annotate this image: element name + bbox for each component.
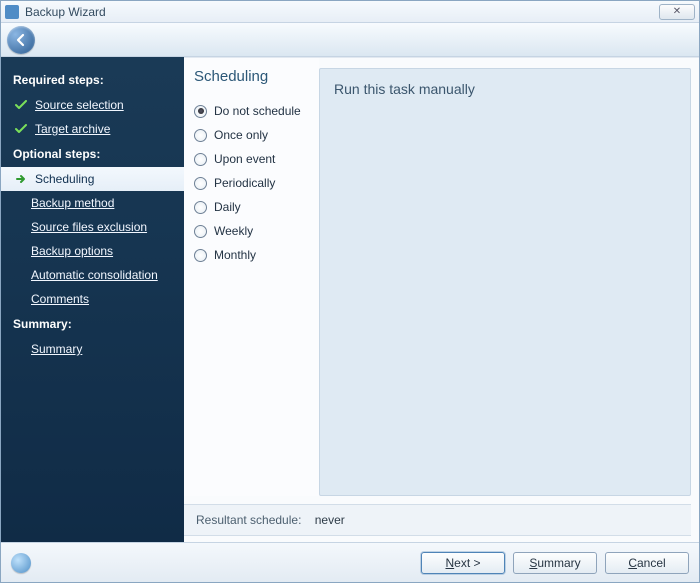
next-button-rest: ext > — [454, 556, 480, 570]
sidebar-item-summary[interactable]: Summary — [1, 337, 184, 361]
resultant-label: Resultant schedule: — [196, 513, 301, 527]
radio-dot-icon — [194, 249, 207, 262]
radio-label: Daily — [214, 200, 241, 214]
radio-dot-icon — [194, 105, 207, 118]
radio-label: Monthly — [214, 248, 256, 262]
sidebar-header-required: Required steps: — [1, 67, 184, 93]
scheduling-heading: Scheduling — [194, 68, 313, 85]
window-title: Backup Wizard — [25, 5, 106, 19]
sidebar-item-auto-consolidation[interactable]: Automatic consolidation — [1, 263, 184, 287]
check-icon — [15, 124, 27, 134]
radio-dot-icon — [194, 129, 207, 142]
arrow-left-icon — [14, 33, 28, 47]
sidebar-link-target-archive[interactable]: Target archive — [35, 122, 110, 136]
sidebar-link-scheduling[interactable]: Scheduling — [35, 172, 94, 186]
scheduling-description-panel: Run this task manually — [319, 68, 691, 496]
radio-label: Weekly — [214, 224, 253, 238]
radio-dot-icon — [194, 153, 207, 166]
close-button[interactable]: ✕ — [659, 4, 695, 20]
radio-upon-event[interactable]: Upon event — [194, 147, 313, 171]
sidebar-item-source-exclusion[interactable]: Source files exclusion — [1, 215, 184, 239]
radio-label: Once only — [214, 128, 268, 142]
sidebar-item-backup-options[interactable]: Backup options — [1, 239, 184, 263]
radio-dot-icon — [194, 225, 207, 238]
radio-daily[interactable]: Daily — [194, 195, 313, 219]
app-icon — [5, 5, 19, 19]
backup-wizard-window: Backup Wizard ✕ Required steps: Source s… — [0, 0, 700, 583]
titlebar: Backup Wizard ✕ — [1, 1, 699, 23]
sidebar-link-backup-method[interactable]: Backup method — [31, 196, 114, 210]
sidebar-header-summary: Summary: — [1, 311, 184, 337]
radio-monthly[interactable]: Monthly — [194, 243, 313, 267]
sidebar-item-source-selection[interactable]: Source selection — [1, 93, 184, 117]
radio-label: Upon event — [214, 152, 275, 166]
sidebar-item-comments[interactable]: Comments — [1, 287, 184, 311]
scheduling-options-column: Scheduling Do not schedule Once only Upo… — [184, 58, 319, 496]
radio-periodically[interactable]: Periodically — [194, 171, 313, 195]
sidebar-item-scheduling[interactable]: Scheduling — [1, 167, 185, 191]
radio-dot-icon — [194, 177, 207, 190]
back-button[interactable] — [7, 26, 35, 54]
sidebar-link-backup-options[interactable]: Backup options — [31, 244, 113, 258]
sidebar-link-source-exclusion[interactable]: Source files exclusion — [31, 220, 147, 234]
sidebar-header-optional: Optional steps: — [1, 141, 184, 167]
resultant-value: never — [315, 513, 345, 527]
radio-label: Periodically — [214, 176, 275, 190]
close-icon: ✕ — [673, 6, 681, 17]
sidebar-link-summary[interactable]: Summary — [31, 342, 82, 356]
check-icon — [15, 100, 27, 110]
main-panel: Scheduling Do not schedule Once only Upo… — [184, 57, 699, 542]
radio-weekly[interactable]: Weekly — [194, 219, 313, 243]
help-icon[interactable] — [11, 553, 31, 573]
scheduling-description-text: Run this task manually — [334, 81, 676, 97]
sidebar-item-backup-method[interactable]: Backup method — [1, 191, 184, 215]
toolbar — [1, 23, 699, 57]
sidebar-link-auto-consolidation[interactable]: Automatic consolidation — [31, 268, 158, 282]
sidebar-item-target-archive[interactable]: Target archive — [1, 117, 184, 141]
cancel-button[interactable]: Cancel — [605, 552, 689, 574]
radio-label: Do not schedule — [214, 104, 301, 118]
arrow-right-icon — [15, 173, 27, 185]
sidebar-link-comments[interactable]: Comments — [31, 292, 89, 306]
radio-dot-icon — [194, 201, 207, 214]
footer: Next > Summary Cancel — [1, 542, 699, 582]
sidebar: Required steps: Source selection Target … — [1, 57, 184, 542]
resultant-schedule-bar: Resultant schedule: never — [184, 504, 691, 536]
sidebar-link-source-selection[interactable]: Source selection — [35, 98, 124, 112]
summary-button[interactable]: Summary — [513, 552, 597, 574]
next-button[interactable]: Next > — [421, 552, 505, 574]
radio-once-only[interactable]: Once only — [194, 123, 313, 147]
radio-do-not-schedule[interactable]: Do not schedule — [194, 99, 313, 123]
